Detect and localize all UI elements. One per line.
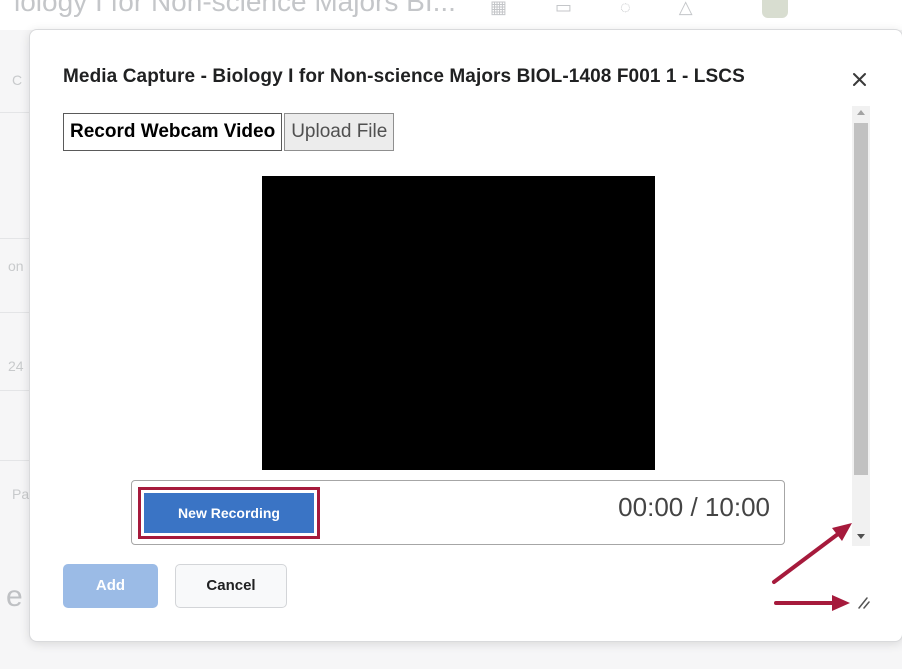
annotation-highlight-box: New Recording xyxy=(138,487,320,539)
dialog-title: Media Capture - Biology I for Non-scienc… xyxy=(63,66,745,87)
resize-grip-icon xyxy=(858,597,870,609)
background-divider xyxy=(0,460,30,461)
background-fragment: Pa xyxy=(12,486,30,502)
scroll-up-arrow-icon[interactable] xyxy=(857,110,865,115)
new-recording-button[interactable]: New Recording xyxy=(144,493,314,533)
timer-elapsed: 00:00 xyxy=(618,492,684,522)
background-fragment: C xyxy=(12,72,23,88)
chat-icon: ◌ xyxy=(620,0,631,17)
close-button[interactable] xyxy=(848,66,872,90)
tab-record-webcam-video[interactable]: Record Webcam Video xyxy=(63,113,283,151)
resize-grip[interactable] xyxy=(856,596,870,610)
timer-max: 10:00 xyxy=(704,492,770,522)
timer-separator: / xyxy=(683,492,705,522)
capture-mode-tabs: Record Webcam Video Upload File xyxy=(63,113,395,151)
add-button[interactable]: Add xyxy=(63,564,158,608)
bell-icon: △ xyxy=(678,0,693,17)
background-fragment: e xyxy=(6,580,23,613)
close-icon xyxy=(853,73,866,86)
recorder-control-bar: New Recording 00:00 / 10:00 xyxy=(131,480,785,545)
background-fragment: 24 xyxy=(8,358,24,374)
cancel-button[interactable]: Cancel xyxy=(175,564,287,608)
mail-icon: ▭ xyxy=(555,0,573,17)
content-scrollbar[interactable] xyxy=(852,106,870,546)
scroll-down-arrow-icon[interactable] xyxy=(857,534,865,539)
background-nav-icons: ▦ ▭ ◌ △ xyxy=(490,0,693,20)
recording-timer: 00:00 / 10:00 xyxy=(618,492,770,523)
background-divider xyxy=(0,238,30,239)
background-divider xyxy=(0,312,30,313)
background-avatar xyxy=(762,0,788,18)
background-fragment: on xyxy=(8,258,24,274)
background-course-title: iology I for Non-science Majors BI... xyxy=(14,0,456,17)
apps-grid-icon: ▦ xyxy=(490,0,508,17)
tab-upload-file[interactable]: Upload File xyxy=(284,113,395,151)
media-capture-dialog: Media Capture - Biology I for Non-scienc… xyxy=(29,29,902,642)
background-top-bar: iology I for Non-science Majors BI... ▦ … xyxy=(0,0,902,30)
background-divider xyxy=(0,112,30,113)
background-divider xyxy=(0,390,30,391)
scroll-thumb[interactable] xyxy=(854,123,868,475)
webcam-preview xyxy=(262,176,655,470)
background-left-panel xyxy=(0,30,30,669)
background-bottom xyxy=(0,640,902,669)
